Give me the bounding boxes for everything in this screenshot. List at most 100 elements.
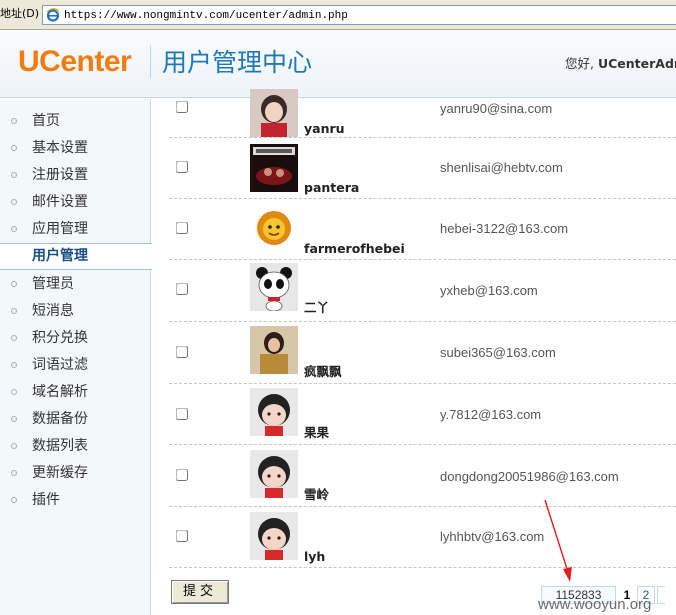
- row-select-checkbox[interactable]: [176, 161, 188, 173]
- username: 二丫: [304, 300, 330, 315]
- page-title: 用户管理中心: [162, 48, 313, 77]
- pager-next-link[interactable]: [657, 586, 665, 604]
- address-label: 地址(D): [0, 7, 40, 20]
- table-row: lyh lyhhbtv@163.com: [169, 507, 676, 568]
- bullet-icon: [11, 497, 17, 503]
- username: 疯飘飘: [304, 364, 342, 379]
- greeting-prefix: 您好,: [565, 56, 598, 71]
- address-field[interactable]: https://www.nongmintv.com/ucenter/admin.…: [42, 5, 676, 25]
- user-email: subei365@163.com: [440, 345, 556, 360]
- default-avatar-icon: [250, 512, 298, 560]
- photo-portrait-icon: [250, 326, 298, 374]
- sidebar-item-basic-settings[interactable]: 基本设置: [0, 135, 151, 162]
- sidebar-item-label: 数据列表: [32, 438, 88, 454]
- sidebar-item-label: 域名解析: [32, 384, 88, 400]
- address-url: https://www.nongmintv.com/ucenter/admin.…: [64, 10, 348, 22]
- sidebar-item-register-settings[interactable]: 注册设置: [0, 162, 151, 189]
- user-email: shenlisai@hebtv.com: [440, 160, 563, 175]
- table-row: 果果 y.7812@163.com: [169, 384, 676, 445]
- bullet-icon: [11, 443, 17, 449]
- bullet-icon: [11, 118, 17, 124]
- bullet-icon: [11, 362, 17, 368]
- bullet-icon: [11, 199, 17, 205]
- band-photo-icon: [250, 144, 298, 192]
- sidebar-item-label: 词语过滤: [32, 357, 88, 373]
- user-list-panel: yanru yanru90@sina.com pantera shenlisai…: [152, 89, 676, 615]
- cartoon-panda-icon: [250, 263, 298, 311]
- username: yanru: [304, 121, 345, 136]
- username: farmerofhebei: [304, 241, 405, 256]
- bullet-icon: [11, 335, 17, 341]
- bullet-icon: [11, 470, 17, 476]
- sidebar-item-label: 用户管理: [32, 248, 88, 264]
- sidebar-item-messages[interactable]: 短消息: [0, 298, 151, 325]
- greeting-username: UCenterAdm: [597, 56, 676, 71]
- page-header: UCenter 用户管理中心 您好, UCenterAdm: [0, 30, 676, 98]
- table-row: farmerofhebei hebei-3122@163.com: [169, 199, 676, 260]
- user-email: yxheb@163.com: [440, 283, 538, 298]
- watermark: www.wooyun.org: [538, 596, 652, 613]
- sidebar-item-label: 更新缓存: [32, 465, 88, 481]
- submit-button[interactable]: 提交: [171, 580, 229, 604]
- sidebar-item-label: 首页: [32, 113, 60, 129]
- row-select-checkbox[interactable]: [176, 408, 188, 420]
- row-select-checkbox[interactable]: [176, 101, 188, 113]
- table-row: 雪岭 dongdong20051986@163.com: [169, 445, 676, 507]
- bullet-icon: [11, 281, 17, 287]
- sidebar-item-mail-settings[interactable]: 邮件设置: [0, 189, 151, 216]
- sidebar-item-user-management[interactable]: 用户管理: [0, 243, 152, 270]
- default-avatar-icon: [250, 450, 298, 498]
- sidebar-item-app-management[interactable]: 应用管理: [0, 216, 151, 243]
- bullet-icon: [11, 389, 17, 395]
- default-avatar-icon: [250, 388, 298, 436]
- user-email: yanru90@sina.com: [440, 101, 553, 116]
- sidebar-item-label: 邮件设置: [32, 194, 88, 210]
- user-email: y.7812@163.com: [440, 407, 542, 422]
- table-row: 疯飘飘 subei365@163.com: [169, 322, 676, 384]
- row-select-checkbox[interactable]: [176, 283, 188, 295]
- sidebar-item-label: 插件: [32, 492, 60, 508]
- bullet-icon: [11, 226, 17, 232]
- bullet-icon: [11, 172, 17, 178]
- sidebar-item-label: 基本设置: [32, 140, 88, 156]
- sidebar-item-label: 积分兑换: [32, 330, 88, 346]
- ucenter-logo: UCenter: [18, 45, 132, 78]
- username: 雪岭: [304, 487, 330, 502]
- table-row: pantera shenlisai@hebtv.com: [169, 138, 676, 199]
- sidebar-item-label: 注册设置: [32, 167, 88, 183]
- table-row: 二丫 yxheb@163.com: [169, 260, 676, 322]
- sidebar-nav: 首页 基本设置 注册设置 邮件设置 应用管理 用户管理 管理员 短消息 积分兑换…: [0, 99, 152, 615]
- sidebar-item-data-backup[interactable]: 数据备份: [0, 406, 151, 433]
- sidebar-item-label: 应用管理: [32, 221, 88, 237]
- ie-page-icon: [46, 8, 60, 22]
- sidebar-item-label: 数据备份: [32, 411, 88, 427]
- user-email: hebei-3122@163.com: [440, 221, 569, 236]
- table-row: yanru yanru90@sina.com: [169, 89, 676, 138]
- username: 果果: [304, 425, 330, 440]
- sidebar-item-admins[interactable]: 管理员: [0, 271, 151, 298]
- user-email: dongdong20051986@163.com: [440, 469, 619, 484]
- row-select-checkbox[interactable]: [176, 222, 188, 234]
- sidebar-item-word-filter[interactable]: 词语过滤: [0, 352, 151, 379]
- sidebar-item-label: 短消息: [32, 303, 74, 319]
- bullet-icon: [11, 416, 17, 422]
- row-select-checkbox[interactable]: [176, 469, 188, 481]
- sidebar-item-label: 管理员: [32, 276, 74, 292]
- header-divider: [150, 46, 151, 78]
- username: lyh: [304, 549, 326, 564]
- sidebar-item-home[interactable]: 首页: [0, 108, 151, 135]
- sidebar-item-domain-resolve[interactable]: 域名解析: [0, 379, 151, 406]
- greeting: 您好, UCenterAdm: [565, 56, 676, 72]
- photo-portrait-icon: [250, 89, 298, 137]
- user-email: lyhhbtv@163.com: [440, 529, 545, 544]
- row-select-checkbox[interactable]: [176, 530, 188, 542]
- sidebar-item-credit-exchange[interactable]: 积分兑换: [0, 325, 151, 352]
- bullet-icon: [11, 145, 17, 151]
- sidebar-item-update-cache[interactable]: 更新缓存: [0, 460, 151, 487]
- row-select-checkbox[interactable]: [176, 346, 188, 358]
- bullet-icon: [11, 308, 17, 314]
- sidebar-item-data-list[interactable]: 数据列表: [0, 433, 151, 460]
- username: pantera: [304, 180, 360, 195]
- sidebar-item-plugins[interactable]: 插件: [0, 487, 151, 514]
- cartoon-lion-icon: [250, 206, 298, 254]
